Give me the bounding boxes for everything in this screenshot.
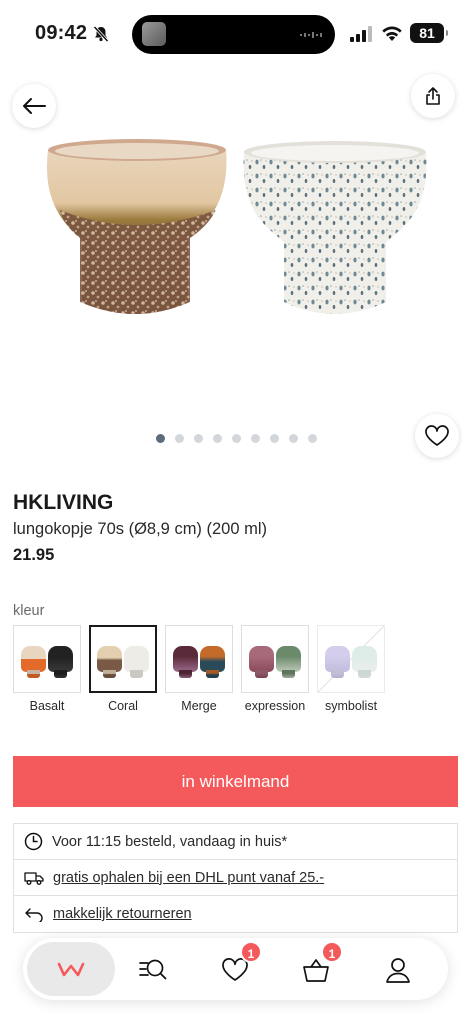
cup-right bbox=[243, 141, 427, 314]
nav-home[interactable] bbox=[27, 942, 115, 996]
swatch-image bbox=[241, 625, 309, 693]
add-to-cart-button[interactable]: in winkelmand bbox=[13, 756, 458, 807]
color-swatches: Basalt Coral Merge expression symbolist bbox=[13, 625, 385, 713]
cellular-signal-icon bbox=[350, 26, 372, 42]
back-button[interactable] bbox=[12, 84, 56, 128]
status-time: 09:42 bbox=[35, 22, 88, 44]
pagination-dot[interactable] bbox=[232, 434, 241, 443]
bottom-navigation: 1 1 bbox=[23, 938, 448, 1000]
island-thumbnail bbox=[142, 22, 166, 46]
pagination-dot[interactable] bbox=[270, 434, 279, 443]
share-icon bbox=[426, 87, 440, 105]
swatch-label: Merge bbox=[181, 699, 217, 713]
pagination-dot[interactable] bbox=[194, 434, 203, 443]
color-label: kleur bbox=[13, 603, 45, 619]
search-menu-icon bbox=[139, 959, 167, 980]
pagination-dot[interactable] bbox=[289, 434, 298, 443]
pagination-dot[interactable] bbox=[175, 434, 184, 443]
delivery-info-list: Voor 11:15 besteld, vandaag in huis* gra… bbox=[13, 823, 458, 933]
product-brand: HKLIVING bbox=[13, 491, 114, 514]
pagination-dot[interactable] bbox=[213, 434, 222, 443]
clock-icon bbox=[24, 832, 43, 851]
product-price: 21.95 bbox=[13, 546, 55, 564]
pickup-row[interactable]: gratis ophalen bij een DHL punt vanaf 25… bbox=[14, 860, 457, 896]
product-name: lungokopje 70s (Ø8,9 cm) (200 ml) bbox=[13, 520, 268, 538]
wehkamp-logo-icon bbox=[57, 962, 85, 977]
truck-icon bbox=[24, 871, 44, 885]
wishlist-badge: 1 bbox=[240, 941, 262, 963]
return-arrow-icon bbox=[25, 908, 43, 922]
cart-badge: 1 bbox=[321, 941, 343, 963]
image-pagination[interactable] bbox=[156, 434, 317, 443]
pagination-dot[interactable] bbox=[156, 434, 165, 443]
nav-wishlist[interactable]: 1 bbox=[218, 941, 262, 987]
nav-cart[interactable]: 1 bbox=[299, 941, 343, 987]
bell-muted-icon bbox=[93, 25, 109, 43]
favorite-button[interactable] bbox=[415, 414, 459, 458]
battery-indicator: 81 bbox=[410, 23, 448, 43]
swatch-expression[interactable]: expression bbox=[241, 625, 309, 713]
swatch-basalt[interactable]: Basalt bbox=[13, 625, 81, 713]
swatch-label: Coral bbox=[108, 699, 138, 713]
nav-account[interactable] bbox=[381, 953, 415, 987]
returns-link[interactable]: makkelijk retourneren bbox=[53, 906, 192, 922]
swatch-coral[interactable]: Coral bbox=[89, 625, 157, 713]
swatch-label: symbolist bbox=[324, 699, 378, 713]
swatch-image bbox=[89, 625, 157, 693]
pagination-dot[interactable] bbox=[251, 434, 260, 443]
share-button[interactable] bbox=[411, 74, 455, 118]
pagination-dot[interactable] bbox=[308, 434, 317, 443]
swatch-label: Basalt bbox=[29, 699, 65, 713]
swatch-image bbox=[165, 625, 233, 693]
swatch-symbolist[interactable]: symbolist bbox=[317, 625, 385, 713]
delivery-text: Voor 11:15 besteld, vandaag in huis* bbox=[52, 833, 288, 850]
cup-left bbox=[46, 139, 227, 314]
user-icon bbox=[386, 958, 410, 983]
swatch-label: expression bbox=[244, 699, 306, 713]
dynamic-island bbox=[132, 15, 335, 54]
returns-row[interactable]: makkelijk retourneren bbox=[14, 896, 457, 932]
swatch-merge[interactable]: Merge bbox=[165, 625, 233, 713]
product-image[interactable] bbox=[30, 130, 440, 340]
status-bar: 09:42 81 bbox=[0, 0, 471, 64]
swatch-image bbox=[13, 625, 81, 693]
wifi-icon bbox=[382, 26, 402, 41]
pickup-link[interactable]: gratis ophalen bij een DHL punt vanaf 25… bbox=[53, 870, 324, 886]
heart-icon bbox=[425, 425, 449, 446]
arrow-left-icon bbox=[23, 98, 46, 114]
nav-search[interactable] bbox=[136, 953, 170, 987]
swatch-image bbox=[317, 625, 385, 693]
audio-wave-icon bbox=[300, 32, 322, 38]
delivery-row: Voor 11:15 besteld, vandaag in huis* bbox=[14, 824, 457, 860]
